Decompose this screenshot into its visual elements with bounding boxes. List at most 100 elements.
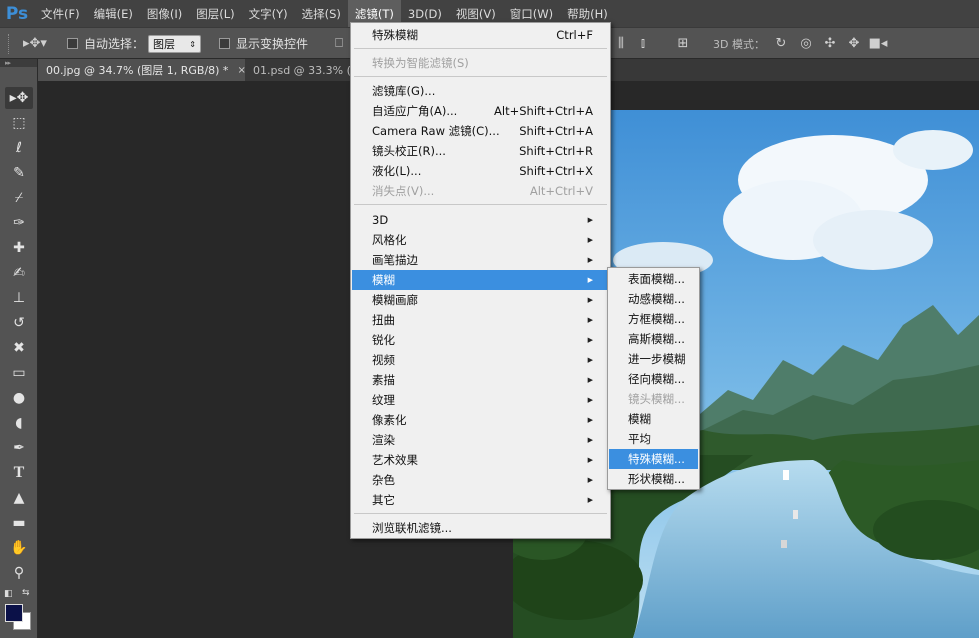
blur-submenu-item-gaussian[interactable]: 高斯模糊... xyxy=(609,329,698,349)
3d-slide-icon[interactable]: ✥ xyxy=(845,28,863,59)
clone-stamp-tool-icon[interactable]: ⊥ xyxy=(5,287,33,309)
submenu-arrow-icon: ▶ xyxy=(587,296,593,304)
zoom-tool-icon[interactable]: ⚲ xyxy=(5,562,33,584)
auto-select-dropdown[interactable]: 图层 ⇕ xyxy=(148,35,201,53)
3d-scale-icon[interactable]: ■◂ xyxy=(869,28,888,59)
default-colors-icon[interactable]: ◧ xyxy=(4,589,13,599)
hand-tool-icon[interactable]: ✋ xyxy=(5,537,33,559)
menu-image[interactable]: 图像(I) xyxy=(140,0,189,27)
tab-document-00[interactable]: 00.jpg @ 34.7% (图层 1, RGB/8) * × xyxy=(38,59,246,81)
filter-menu-item-convert-smart-filter[interactable]: 转换为智能滤镜(S) xyxy=(352,53,609,73)
filter-menu-item-camera-raw[interactable]: Camera Raw 滤镜(C)... Shift+Ctrl+A xyxy=(352,121,609,141)
3d-pan-icon[interactable]: ✣ xyxy=(821,28,839,59)
distribute-right-icon[interactable]: ⫾ xyxy=(634,28,652,59)
blur-submenu-item-surface[interactable]: 表面模糊... xyxy=(609,269,698,289)
submenu-arrow-icon: ▶ xyxy=(587,256,593,264)
blur-submenu-item-radial[interactable]: 径向模糊... xyxy=(609,369,698,389)
menu-file[interactable]: 文件(F) xyxy=(34,0,87,27)
menu-item-label: 镜头校正(R)... xyxy=(372,144,446,158)
filter-menu-item-artistic[interactable]: 艺术效果 ▶ xyxy=(352,450,609,470)
filter-menu-item-adaptive-wide-angle[interactable]: 自适应广角(A)... Alt+Shift+Ctrl+A xyxy=(352,101,609,121)
filter-menu-item-noise[interactable]: 杂色 ▶ xyxy=(352,470,609,490)
filter-menu-item-texture[interactable]: 纹理 ▶ xyxy=(352,390,609,410)
filter-menu-item-filter-gallery[interactable]: 滤镜库(G)... xyxy=(352,81,609,101)
submenu-arrow-icon: ▶ xyxy=(587,416,593,424)
eraser-tool-icon[interactable]: ✖ xyxy=(5,337,33,359)
crop-tool-icon[interactable]: ⌿ xyxy=(5,187,33,209)
menu-edit[interactable]: 编辑(E) xyxy=(87,0,140,27)
filter-menu-item-vanishing-point[interactable]: 消失点(V)... Alt+Ctrl+V xyxy=(352,181,609,201)
filter-menu-item-pixelate[interactable]: 像素化 ▶ xyxy=(352,410,609,430)
gradient-tool-icon[interactable]: ▭ xyxy=(5,362,33,384)
blur-submenu-item-box[interactable]: 方框模糊... xyxy=(609,309,698,329)
blur-submenu-item-shape[interactable]: 形状模糊... xyxy=(609,469,698,489)
marquee-tool-icon[interactable]: ⬚ xyxy=(5,112,33,134)
submenu-arrow-icon: ▶ xyxy=(587,276,593,284)
3d-rotate-icon[interactable]: ↻ xyxy=(772,28,790,59)
menu-item-label: 特殊模糊 xyxy=(372,28,418,42)
filter-menu-item-3d[interactable]: 3D ▶ xyxy=(352,210,609,230)
submenu-arrow-icon: ▶ xyxy=(587,236,593,244)
menu-item-label: 浏览联机滤镜... xyxy=(372,521,452,535)
filter-menu-item-lens-correction[interactable]: 镜头校正(R)... Shift+Ctrl+R xyxy=(352,141,609,161)
blur-submenu-item-average[interactable]: 平均 xyxy=(609,429,698,449)
menu-item-shortcut: Alt+Shift+Ctrl+A xyxy=(494,104,593,118)
filter-menu-item-stylize[interactable]: 风格化 ▶ xyxy=(352,230,609,250)
tab-document-01[interactable]: 01.psd @ 33.3% ( xyxy=(245,59,350,81)
submenu-arrow-icon: ▶ xyxy=(587,436,593,444)
menu-select[interactable]: 选择(S) xyxy=(295,0,348,27)
menu-type[interactable]: 文字(Y) xyxy=(242,0,295,27)
filter-menu-item-blur-gallery[interactable]: 模糊画廊 ▶ xyxy=(352,290,609,310)
distribute-horizontal-icon[interactable]: ⫼ xyxy=(612,28,630,59)
blur-submenu-item-smart[interactable]: 特殊模糊... xyxy=(609,449,698,469)
rectangle-tool-icon[interactable]: ▬ xyxy=(5,512,33,534)
filter-menu-item-distort[interactable]: 扭曲 ▶ xyxy=(352,310,609,330)
filter-menu-item-video[interactable]: 视频 ▶ xyxy=(352,350,609,370)
filter-menu-item-blur[interactable]: 模糊 ▶ xyxy=(352,270,609,290)
filter-menu-item-brush-strokes[interactable]: 画笔描边 ▶ xyxy=(352,250,609,270)
align-top-icon[interactable]: ⎕ xyxy=(330,28,348,59)
pen-tool-icon[interactable]: ✒ xyxy=(5,437,33,459)
lasso-tool-icon[interactable]: ℓ xyxy=(5,137,33,159)
filter-menu-item-sharpen[interactable]: 锐化 ▶ xyxy=(352,330,609,350)
auto-select-checkbox[interactable] xyxy=(67,38,78,49)
filter-menu-item-render[interactable]: 渲染 ▶ xyxy=(352,430,609,450)
blur-submenu-item-lens[interactable]: 镜头模糊... xyxy=(609,389,698,409)
filter-menu-item-liquify[interactable]: 液化(L)... Shift+Ctrl+X xyxy=(352,161,609,181)
swap-colors-icon[interactable]: ⇆ xyxy=(22,588,30,598)
3d-roll-icon[interactable]: ◎ xyxy=(797,28,815,59)
eyedropper-tool-icon[interactable]: ✑ xyxy=(5,212,33,234)
blur-submenu: 表面模糊... 动感模糊... 方框模糊... 高斯模糊... 进一步模糊 径向… xyxy=(607,267,700,490)
menu-item-label: 素描 xyxy=(372,373,395,387)
quick-selection-tool-icon[interactable]: ✎ xyxy=(5,162,33,184)
show-transform-checkbox[interactable] xyxy=(219,38,230,49)
menu-item-shortcut: Shift+Ctrl+A xyxy=(519,124,593,138)
toolbox-collapse-handle[interactable]: ▸▸ xyxy=(0,59,37,67)
auto-select-value: 图层 xyxy=(153,38,175,51)
filter-menu-item-sketch[interactable]: 素描 ▶ xyxy=(352,370,609,390)
filter-menu-item-other[interactable]: 其它 ▶ xyxy=(352,490,609,510)
options-bar-grip[interactable] xyxy=(8,34,12,54)
blur-tool-icon[interactable]: ● xyxy=(5,387,33,409)
dodge-tool-icon[interactable]: ◖ xyxy=(5,412,33,434)
path-selection-tool-icon[interactable]: ▲ xyxy=(5,487,33,509)
blur-submenu-item-blur-more[interactable]: 进一步模糊 xyxy=(609,349,698,369)
auto-select-label: 自动选择： xyxy=(84,37,145,51)
menu-layer[interactable]: 图层(L) xyxy=(189,0,241,27)
tab-label: 01.psd @ 33.3% ( xyxy=(253,63,350,77)
foreground-color-swatch[interactable] xyxy=(5,604,23,622)
auto-align-icon[interactable]: ⊞ xyxy=(674,28,692,59)
filter-menu-item-browse-online[interactable]: 浏览联机滤镜... xyxy=(352,518,609,538)
history-brush-tool-icon[interactable]: ↺ xyxy=(5,312,33,334)
menu-item-label: 液化(L)... xyxy=(372,164,422,178)
filter-menu-item-last-filter[interactable]: 特殊模糊 Ctrl+F xyxy=(352,25,609,45)
blur-submenu-item-motion[interactable]: 动感模糊... xyxy=(609,289,698,309)
brush-tool-icon[interactable]: ✍ xyxy=(5,262,33,284)
blur-submenu-item-blur[interactable]: 模糊 xyxy=(609,409,698,429)
move-tool-preset-icon[interactable]: ▸✥▾ xyxy=(20,28,50,59)
healing-brush-tool-icon[interactable]: ✚ xyxy=(5,237,33,259)
menu-item-label: 风格化 xyxy=(372,233,407,247)
toolbox: ▸▸ ▸✥ ⬚ ℓ ✎ ⌿ ✑ ✚ ✍ ⊥ ↺ ✖ ▭ ● ◖ ✒ T ▲ ▬ … xyxy=(0,59,38,638)
type-tool-icon[interactable]: T xyxy=(5,462,33,484)
move-tool-icon[interactable]: ▸✥ xyxy=(5,87,33,109)
